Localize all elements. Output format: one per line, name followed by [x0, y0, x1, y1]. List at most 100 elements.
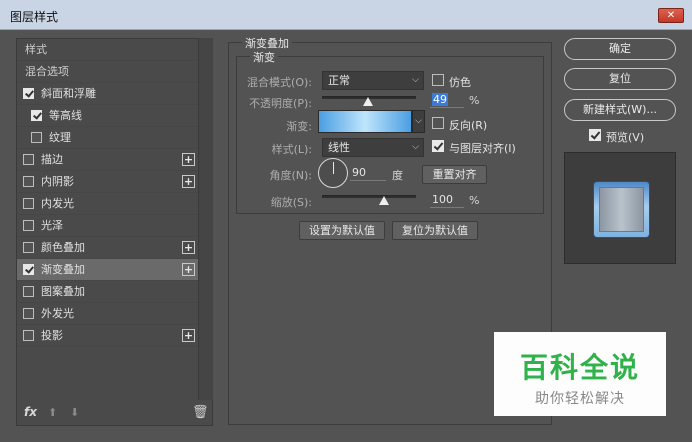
- stroke-label: 描边: [41, 153, 63, 166]
- style-item-color-overlay[interactable]: 颜色叠加 +: [17, 237, 199, 259]
- style-item-inner-glow[interactable]: 内发光: [17, 193, 199, 215]
- gradient-label: 渐变:: [286, 120, 312, 133]
- bevel-emboss-label: 斜面和浮雕: [41, 87, 96, 100]
- style-item-pattern-overlay[interactable]: 图案叠加: [17, 281, 199, 303]
- style-preview: [564, 152, 676, 264]
- reverse-checkbox[interactable]: [432, 117, 444, 129]
- opacity-value: 49: [432, 93, 448, 106]
- satin-label: 光泽: [41, 219, 63, 232]
- inner-glow-label: 内发光: [41, 197, 74, 210]
- gradient-overlay-checkbox[interactable]: [23, 264, 34, 275]
- watermark-title: 百科全说: [519, 351, 640, 384]
- blend-mode-select[interactable]: 正常 ⌵: [322, 71, 424, 90]
- angle-dial[interactable]: [318, 158, 348, 188]
- fx-icon[interactable]: fx: [24, 405, 37, 419]
- reverse-label: 反向(R): [449, 119, 488, 132]
- style-item-drop-shadow[interactable]: 投影 +: [17, 325, 199, 347]
- trash-icon[interactable]: 🗑: [192, 405, 209, 420]
- blend-mode-label: 混合模式(O):: [247, 76, 312, 89]
- scale-slider[interactable]: [322, 195, 416, 198]
- add-drop-shadow-button[interactable]: +: [182, 329, 195, 342]
- gradient-style-value: 线性: [328, 141, 350, 154]
- gradient-subgroup-title: 渐变: [250, 49, 278, 65]
- gradient-swatch[interactable]: [318, 110, 412, 133]
- texture-label: 纹理: [49, 131, 71, 144]
- align-with-layer-checkbox[interactable]: [432, 140, 444, 152]
- satin-checkbox[interactable]: [23, 220, 34, 231]
- blend-mode-value: 正常: [328, 74, 350, 87]
- outer-glow-checkbox[interactable]: [23, 308, 34, 319]
- chevron-down-icon: ⌵: [412, 142, 419, 152]
- watermark-subtitle: 助你轻松解决: [535, 391, 625, 407]
- angle-dial-hand: [333, 162, 334, 174]
- watermark-logo: 百科全说 助你轻松解决: [494, 332, 666, 416]
- move-up-icon[interactable]: ⬆: [48, 406, 57, 419]
- styles-header[interactable]: 样式: [17, 39, 199, 61]
- scale-unit: %: [469, 194, 480, 207]
- gradient-overlay-label: 渐变叠加: [41, 263, 85, 276]
- chevron-down-icon: ⌵: [412, 75, 419, 85]
- style-item-texture[interactable]: 纹理: [17, 127, 199, 149]
- dither-checkbox[interactable]: [432, 74, 444, 86]
- reset-default-button[interactable]: 复位为默认值: [392, 221, 478, 240]
- bevel-emboss-checkbox[interactable]: [23, 88, 34, 99]
- angle-label: 角度(N):: [269, 169, 312, 182]
- blend-options-item[interactable]: 混合选项: [17, 61, 199, 83]
- add-color-overlay-button[interactable]: +: [182, 241, 195, 254]
- preview-label: 预览(V): [606, 131, 645, 144]
- angle-input[interactable]: 90: [350, 165, 386, 181]
- scale-input[interactable]: 100: [430, 192, 464, 208]
- preview-thumbnail-inner: [599, 187, 644, 232]
- style-item-contour[interactable]: 等高线: [17, 105, 199, 127]
- pattern-overlay-checkbox[interactable]: [23, 286, 34, 297]
- gradient-chevron-icon: ⌵: [415, 116, 422, 126]
- add-stroke-button[interactable]: +: [182, 153, 195, 166]
- scale-value: 100: [432, 193, 453, 206]
- drop-shadow-checkbox[interactable]: [23, 330, 34, 341]
- angle-unit: 度: [392, 169, 403, 182]
- styles-list-scrollbar[interactable]: [198, 38, 213, 400]
- style-item-inner-shadow[interactable]: 内阴影 +: [17, 171, 199, 193]
- move-down-icon[interactable]: ⬇: [70, 406, 79, 419]
- color-overlay-checkbox[interactable]: [23, 242, 34, 253]
- inner-shadow-checkbox[interactable]: [23, 176, 34, 187]
- opacity-input[interactable]: 49: [430, 92, 464, 108]
- opacity-label: 不透明度(P):: [249, 97, 312, 110]
- style-label: 样式(L):: [271, 143, 312, 156]
- align-with-layer-label: 与图层对齐(I): [449, 142, 516, 155]
- drop-shadow-label: 投影: [41, 329, 63, 342]
- blend-options-label: 混合选项: [25, 65, 69, 78]
- preview-thumbnail: [594, 182, 649, 237]
- scale-slider-thumb[interactable]: [379, 196, 390, 205]
- gradient-style-select[interactable]: 线性 ⌵: [322, 138, 424, 157]
- stroke-checkbox[interactable]: [23, 154, 34, 165]
- inner-glow-checkbox[interactable]: [23, 198, 34, 209]
- style-item-stroke[interactable]: 描边 +: [17, 149, 199, 171]
- preview-checkbox[interactable]: [589, 129, 601, 141]
- inner-shadow-label: 内阴影: [41, 175, 74, 188]
- opacity-slider-thumb[interactable]: [363, 97, 374, 106]
- add-inner-shadow-button[interactable]: +: [182, 175, 195, 188]
- pattern-overlay-label: 图案叠加: [41, 285, 85, 298]
- scale-label: 缩放(S):: [270, 196, 312, 209]
- texture-checkbox[interactable]: [31, 132, 42, 143]
- new-style-button[interactable]: 新建样式(W)...: [564, 99, 676, 121]
- ok-button[interactable]: 确定: [564, 38, 676, 60]
- opacity-unit: %: [469, 94, 480, 107]
- reset-alignment-button[interactable]: 重置对齐: [422, 165, 487, 184]
- close-button[interactable]: ✕: [658, 8, 684, 23]
- reset-button[interactable]: 复位: [564, 68, 676, 90]
- title-bar: 图层样式 ✕: [0, 0, 692, 30]
- gradient-dropdown[interactable]: ⌵: [412, 110, 425, 133]
- styles-list-panel: 样式 混合选项 斜面和浮雕 等高线 纹理 描边 + 内阴影 + 内发光 光泽 颜…: [16, 38, 213, 426]
- style-item-bevel-emboss[interactable]: 斜面和浮雕: [17, 83, 199, 105]
- styles-list-footer: fx ⬆ ⬇ 🗑: [16, 402, 213, 426]
- contour-checkbox[interactable]: [31, 110, 42, 121]
- set-default-button[interactable]: 设置为默认值: [299, 221, 385, 240]
- style-item-satin[interactable]: 光泽: [17, 215, 199, 237]
- styles-header-label: 样式: [25, 43, 47, 56]
- outer-glow-label: 外发光: [41, 307, 74, 320]
- style-item-gradient-overlay[interactable]: 渐变叠加 +: [17, 259, 199, 281]
- style-item-outer-glow[interactable]: 外发光: [17, 303, 199, 325]
- add-gradient-overlay-button[interactable]: +: [182, 263, 195, 276]
